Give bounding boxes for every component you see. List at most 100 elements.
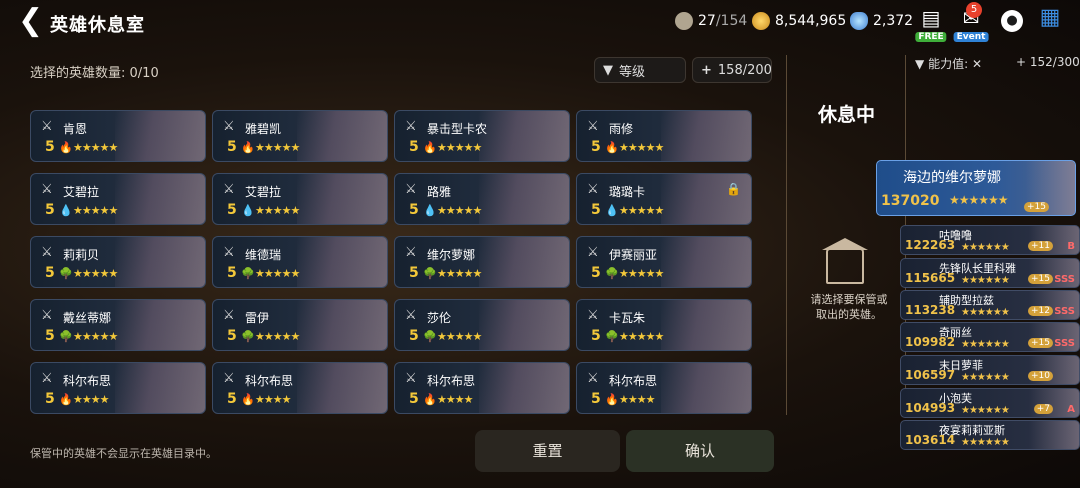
class-icon: ⚔ [405, 182, 417, 197]
hero-stars: ★★★★★ [437, 330, 482, 343]
class-icon: ⚔ [223, 371, 235, 386]
free-shop-button[interactable]: ▤ FREE [915, 6, 947, 42]
hero-stars: ★★★★★ [619, 330, 664, 343]
hero-stars: ★★★★★★ [961, 437, 1010, 448]
sort-dropdown[interactable]: ▼ 等级 [594, 57, 686, 83]
hero-level: 5 [591, 391, 601, 407]
hero-card[interactable]: ⚔ 戴丝蒂娜 5 🌳 ★★★★★ [30, 299, 206, 351]
hero-portrait [479, 237, 569, 287]
resting-hero-item[interactable]: 辅助型拉兹 113238 ★★★★★★ +12 SSS [900, 290, 1080, 320]
expand-slots-button[interactable]: + 158/200 [692, 57, 772, 83]
hero-name: 莉莉贝 [63, 248, 100, 262]
water-element-icon: 💧 [423, 204, 437, 217]
hero-card[interactable]: ⚔ 莎伦 5 🌳 ★★★★★ [394, 299, 570, 351]
hero-card[interactable]: ⚔ 莉莉贝 5 🌳 ★★★★★ [30, 236, 206, 288]
earth-element-icon: 🌳 [59, 330, 73, 343]
hero-card[interactable]: ⚔ 科尔布思 5 🔥 ★★★★ [394, 362, 570, 414]
hero-stars: ★★★★★ [73, 204, 118, 217]
hero-card[interactable]: ⚔ 维尔萝娜 5 🌳 ★★★★★ [394, 236, 570, 288]
hero-level: 5 [409, 139, 419, 155]
right-count: + 152/300 [1016, 55, 1080, 69]
tier-badge: SSS [1054, 306, 1075, 317]
hero-stars: ★★★★★ [619, 204, 664, 217]
class-icon: ⚔ [41, 245, 53, 260]
hero-card[interactable]: ⚔ 肯恩 5 🔥 ★★★★★ [30, 110, 206, 162]
page-title: 英雄休息室 [50, 15, 145, 36]
hero-stars: ★★★★★ [619, 267, 664, 280]
hero-level: 5 [45, 391, 55, 407]
hero-stars: ★★★★★ [437, 267, 482, 280]
hero-card[interactable]: ⚔ 艾碧拉 5 💧 ★★★★★ [212, 173, 388, 225]
hero-name: 路雅 [427, 185, 452, 199]
hero-stars: ★★★★★★ [949, 193, 1009, 207]
resting-hint: 请选择要保管或取出的英雄。 [810, 293, 888, 321]
earth-element-icon: 🌳 [423, 267, 437, 280]
menu-button[interactable]: ▦ [1034, 6, 1066, 40]
back-arrow-icon[interactable]: ❮ [18, 6, 44, 36]
hero-name: 戴丝蒂娜 [63, 311, 112, 325]
hero-card[interactable]: ⚔ 璐璐卡 5 💧 ★★★★★ 🔒 [576, 173, 752, 225]
hero-level: 5 [45, 202, 55, 218]
hero-card[interactable]: ⚔ 暴击型卡农 5 🔥 ★★★★★ [394, 110, 570, 162]
hero-stars: ★★★★★ [619, 141, 664, 154]
hero-card[interactable]: ⚔ 雨修 5 🔥 ★★★★★ [576, 110, 752, 162]
resting-hero-item[interactable]: 夜宴莉莉亚斯 103614 ★★★★★★ [900, 420, 1080, 450]
right-sort[interactable]: ▼ 能力值: ✕ [915, 55, 982, 72]
hero-portrait [115, 363, 205, 413]
fire-element-icon: 🔥 [59, 393, 73, 406]
selected-label: 选择的英雄数量 [30, 66, 122, 81]
swap-icon: ✕ [971, 57, 982, 71]
hero-level: 5 [409, 328, 419, 344]
tier-badge: SSS [1054, 274, 1075, 285]
hero-portrait [661, 237, 751, 287]
hero-name: 暴击型卡农 [427, 122, 488, 136]
resting-hero-item[interactable]: 小泡芙 104993 ★★★★★★ +7 A [900, 388, 1080, 418]
hero-card[interactable]: ⚔ 雅碧凯 5 🔥 ★★★★★ [212, 110, 388, 162]
hero-name: 卡瓦朱 [609, 311, 646, 325]
hero-portrait [297, 237, 387, 287]
hero-stars: ★★★★ [73, 393, 109, 406]
resting-hero-item[interactable]: 咕噜噜 122263 ★★★★★★ +11 B [900, 225, 1080, 255]
hero-power: 113238 [905, 303, 956, 317]
hero-card[interactable]: ⚔ 科尔布思 5 🔥 ★★★★ [576, 362, 752, 414]
class-icon: ⚔ [223, 308, 235, 323]
hero-portrait [479, 300, 569, 350]
resting-hero-item[interactable]: 奇丽丝 109982 ★★★★★★ +15 SSS [900, 322, 1080, 352]
resting-hero-item[interactable]: 先锋队长里科雅 115665 ★★★★★★ +15 SSS [900, 258, 1080, 288]
hero-card[interactable]: ⚔ 维德瑞 5 🌳 ★★★★★ [212, 236, 388, 288]
confirm-button[interactable]: 确认 [626, 430, 774, 472]
hero-capacity: 27 /154 [675, 12, 747, 30]
hero-card[interactable]: ⚔ 科尔布思 5 🔥 ★★★★ [30, 362, 206, 414]
hero-stars: ★★★★★ [73, 330, 118, 343]
left-divider [786, 55, 787, 415]
hero-power: 104993 [905, 401, 956, 415]
selected-count: 选择的英雄数量: 0/10 [30, 62, 159, 81]
slots-value: 158/200 [717, 62, 772, 78]
resting-hero-item[interactable]: 海边的维尔萝娜 137020 ★★★★★★ +15 [876, 160, 1076, 216]
hero-card[interactable]: ⚔ 路雅 5 💧 ★★★★★ [394, 173, 570, 225]
hero-portrait [115, 111, 205, 161]
hero-name: 艾碧拉 [245, 185, 282, 199]
hero-name: 艾碧拉 [63, 185, 100, 199]
hero-stars: ★★★★★★ [961, 275, 1010, 286]
reset-button[interactable]: 重置 [475, 430, 620, 472]
enhance-badge: +15 [1024, 202, 1049, 212]
hero-stars: ★★★★★★ [961, 372, 1010, 383]
right-count-value: 152/300 [1029, 55, 1080, 69]
hero-card[interactable]: ⚔ 雷伊 5 🌳 ★★★★★ [212, 299, 388, 351]
tier-badge: B [1067, 241, 1075, 252]
class-icon: ⚔ [41, 308, 53, 323]
hero-level: 5 [409, 391, 419, 407]
sort-filter-icon: ▼ [915, 57, 925, 71]
chat-button[interactable]: ● [996, 6, 1028, 40]
resting-hero-item[interactable]: 末日萝菲 106597 ★★★★★★ +10 [900, 355, 1080, 385]
hero-level: 5 [591, 139, 601, 155]
event-tag: Event [953, 32, 989, 42]
hero-stars: ★★★★★ [255, 204, 300, 217]
earth-element-icon: 🌳 [241, 267, 255, 280]
hero-card[interactable]: ⚔ 伊赛丽亚 5 🌳 ★★★★★ [576, 236, 752, 288]
hero-card[interactable]: ⚔ 艾碧拉 5 💧 ★★★★★ [30, 173, 206, 225]
shop-icon: ▤ [921, 6, 941, 30]
hero-card[interactable]: ⚔ 卡瓦朱 5 🌳 ★★★★★ [576, 299, 752, 351]
hero-card[interactable]: ⚔ 科尔布思 5 🔥 ★★★★ [212, 362, 388, 414]
